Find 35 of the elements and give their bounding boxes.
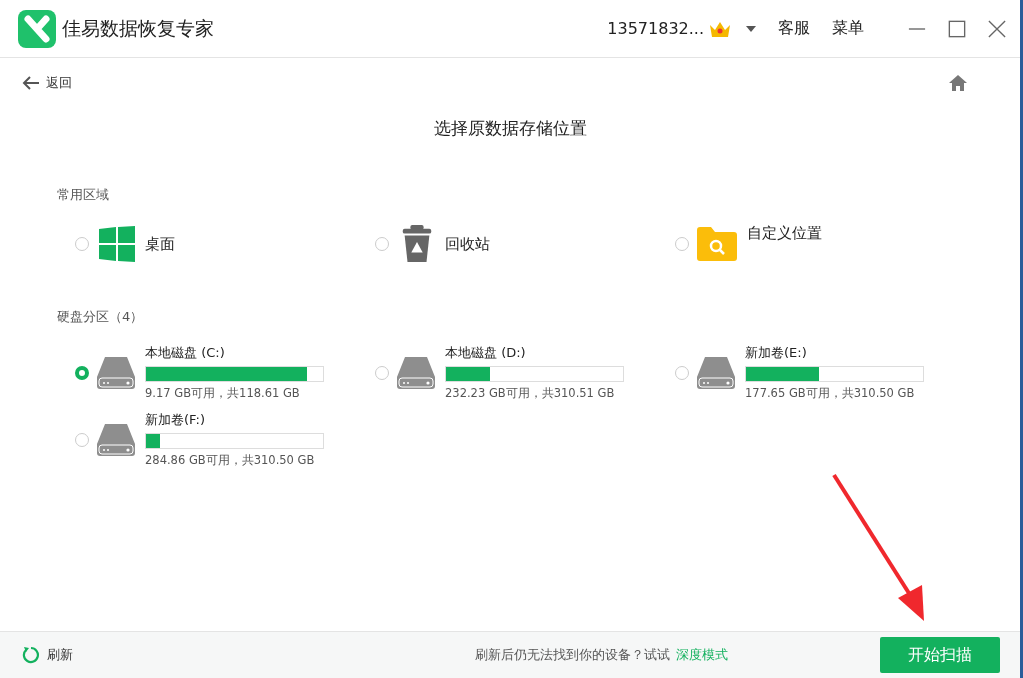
- refresh-button[interactable]: 刷新: [22, 646, 73, 664]
- disk-usage: 232.23 GB可用，共310.51 GB: [445, 386, 616, 401]
- radio-button[interactable]: [75, 365, 89, 380]
- maximize-icon[interactable]: [948, 19, 966, 38]
- windows-logo-icon: [99, 225, 135, 263]
- dropdown-caret-icon[interactable]: [746, 25, 756, 32]
- location-label[interactable]: 自定义位置: [747, 224, 822, 243]
- back-arrow-icon: [22, 76, 40, 90]
- disk-usage: 284.86 GB可用，共310.50 GB: [145, 453, 316, 468]
- disk-name: 新加卷(E:): [745, 344, 808, 362]
- hard-drive-icon: [697, 356, 735, 389]
- section-label: 硬盘分区（4）: [57, 308, 145, 326]
- disk-name: 本地磁盘 (D:): [445, 344, 527, 362]
- window-title: 佳易数据恢复专家: [62, 15, 214, 41]
- folder-search-icon: [697, 227, 737, 261]
- hard-drive-icon: [397, 356, 435, 389]
- location-label[interactable]: 回收站: [445, 234, 490, 254]
- home-icon[interactable]: [948, 74, 968, 92]
- hint-text: 刷新后仍无法找到你的设备？试试: [475, 646, 670, 664]
- app-logo-icon: [18, 9, 56, 48]
- disk-usage: 9.17 GB可用，共118.61 GB: [145, 386, 301, 401]
- back-button[interactable]: 返回: [22, 74, 72, 92]
- close-icon[interactable]: [988, 19, 1006, 38]
- hard-drive-icon: [97, 356, 135, 389]
- disk-usage: 177.65 GB可用，共310.50 GB: [745, 386, 916, 401]
- hard-drive-icon: [97, 423, 135, 456]
- titlebar-menu-button[interactable]: 客服: [778, 18, 810, 39]
- account-name[interactable]: 13571832...: [607, 19, 704, 38]
- page-heading: 选择原数据存储位置: [432, 117, 588, 140]
- refresh-icon: [22, 646, 40, 664]
- section-label: 常用区域: [57, 186, 110, 204]
- location-label[interactable]: 桌面: [145, 234, 175, 254]
- disk-name: 新加卷(F:): [145, 411, 206, 429]
- disk-name: 本地磁盘 (C:): [145, 344, 226, 362]
- titlebar-menu-button[interactable]: 菜单: [832, 18, 864, 39]
